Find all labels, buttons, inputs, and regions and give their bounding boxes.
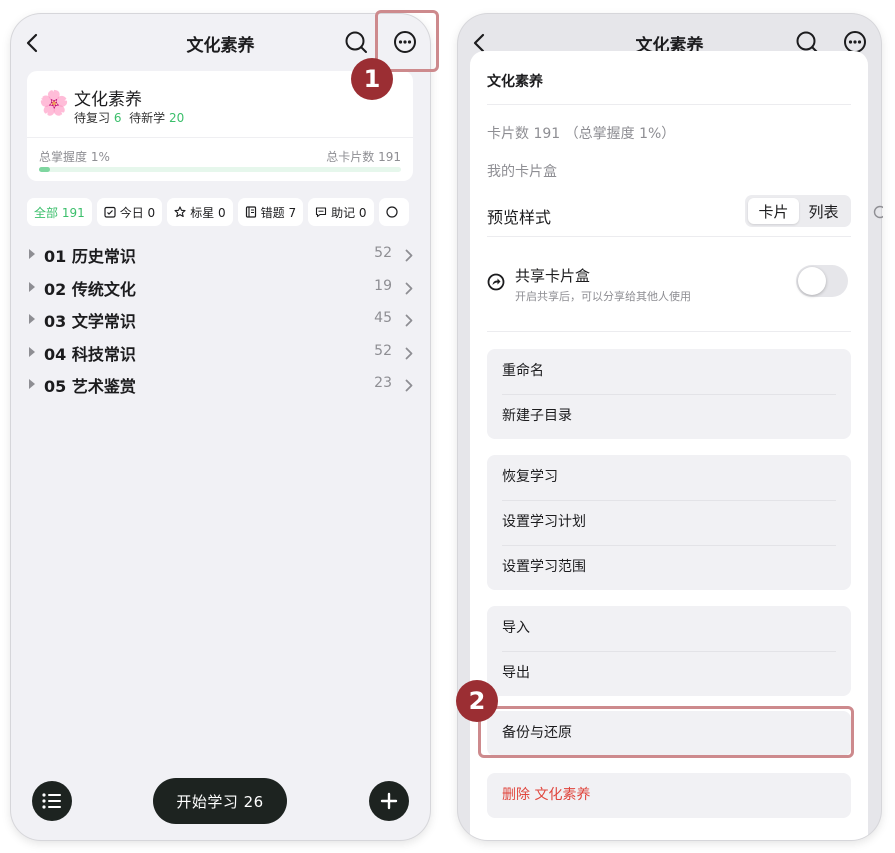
new-count: 20 [168, 111, 185, 125]
resume-study-item[interactable]: 恢复学习 [487, 455, 851, 500]
deck-name: 文化素养 [74, 90, 142, 110]
filter-chip[interactable]: 错题 7 [237, 198, 304, 226]
directory-count: 52 [374, 245, 392, 261]
filter-chip-label: 今日 0 [119, 205, 156, 220]
filter-chip-label: 错题 7 [260, 205, 297, 220]
sheet-title: 文化素养 [487, 74, 543, 90]
comment-icon [315, 206, 331, 218]
preview-style-label: 预览样式 [487, 208, 552, 227]
rename-item[interactable]: 重命名 [487, 349, 851, 394]
search-icon[interactable] [343, 29, 369, 55]
share-subtitle: 开启共享后，可以分享给其他人使用 [515, 290, 691, 303]
deck-screen: 文化素养 🌸 文化素养 待复习 6 待新学 20 总掌握度 1% 总卡片数 19… [11, 14, 430, 840]
deck-stats: 待复习 6 待新学 20 [74, 109, 184, 126]
chevron-right-icon [405, 377, 413, 396]
import-item[interactable]: 导入 [487, 606, 851, 651]
star-icon [174, 206, 190, 218]
directory-name: 01 历史常识 [44, 247, 136, 266]
expand-triangle-icon[interactable] [29, 281, 35, 292]
export-item[interactable]: 导出 [487, 651, 851, 696]
filter-chip[interactable]: 助记 0 [308, 198, 374, 226]
toggle-knob [798, 267, 826, 295]
directory-name: 03 文学常识 [44, 312, 136, 331]
divider [487, 331, 851, 332]
filter-chip-label: 助记 0 [331, 205, 367, 220]
chevron-right-icon [405, 345, 413, 364]
filter-chip[interactable]: 全部 191 [27, 198, 92, 226]
partial-chip-icon [871, 204, 887, 223]
calendar-check-icon [104, 206, 120, 218]
start-study-button[interactable]: 开始学习 26 [153, 778, 287, 824]
divider [487, 104, 851, 105]
rename-group: 重命名 新建子目录 [487, 349, 851, 439]
directory-count: 23 [374, 375, 392, 391]
preview-style-toggle: 卡片 列表 [745, 195, 851, 227]
mastery-progress-bar [39, 167, 401, 172]
step2-badge: 2 [456, 680, 498, 722]
directory-row[interactable]: 02 传统文化 19 [11, 271, 430, 304]
new-subdirectory-item[interactable]: 新建子目录 [487, 394, 851, 439]
preview-option-list[interactable]: 列表 [798, 198, 849, 224]
add-button[interactable] [369, 781, 409, 821]
filter-chip-label: 标星 0 [190, 205, 226, 220]
preview-option-card[interactable]: 卡片 [748, 198, 799, 224]
study-plan-item[interactable]: 设置学习计划 [487, 500, 851, 545]
filter-chip[interactable]: 标星 0 [167, 198, 233, 226]
new-label: 待新学 [129, 111, 166, 125]
directory-name: 02 传统文化 [44, 279, 136, 299]
notebook-icon [245, 206, 261, 218]
flower-icon: 🌸 [39, 89, 69, 117]
share-icon [487, 273, 505, 295]
mastery-progress-fill [39, 167, 50, 172]
directory-list: 01 历史常识 52 02 传统文化 19 03 文学常识 45 04 科技常识 52 05 艺… [11, 238, 430, 401]
plus-icon [380, 792, 398, 810]
share-toggle[interactable] [796, 265, 848, 297]
directory-name: 05 艺术鉴赏 [44, 377, 136, 396]
chevron-right-icon [405, 247, 413, 266]
delete-deck-item[interactable]: 删除 文化素养 [487, 773, 851, 818]
expand-triangle-icon[interactable] [29, 379, 35, 389]
mastery-label: 总掌握度 1% [39, 150, 110, 164]
divider [27, 137, 413, 138]
expand-triangle-icon[interactable] [29, 249, 35, 259]
filter-chips: 全部 191 今日 0 标星 0 错题 7 助记 0 [27, 198, 430, 228]
directory-row[interactable]: 05 艺术鉴赏 23 [11, 368, 430, 401]
review-count: 6 [113, 111, 122, 125]
study-scope-item[interactable]: 设置学习范围 [487, 545, 851, 590]
review-label: 待复习 [74, 111, 111, 125]
expand-triangle-icon[interactable] [29, 314, 35, 324]
directory-row[interactable]: 04 科技常识 52 [11, 336, 430, 369]
card-count-info: 卡片数 191 （总掌握度 1%） [487, 126, 676, 142]
expand-triangle-icon[interactable] [29, 346, 35, 357]
directory-row[interactable]: 01 历史常识 52 [11, 238, 430, 271]
directory-name: 04 科技常识 [44, 344, 136, 364]
directory-row[interactable]: 03 文学常识 45 [11, 303, 430, 336]
delete-group: 删除 文化素养 [487, 773, 851, 818]
directory-count: 19 [374, 277, 392, 294]
directory-count: 45 [374, 310, 392, 326]
study-group: 恢复学习 设置学习计划 设置学习范围 [487, 455, 851, 590]
filter-chip[interactable]: 今日 0 [96, 198, 163, 226]
chevron-right-icon [405, 312, 413, 331]
chevron-right-icon [405, 280, 413, 299]
step1-badge: 1 [351, 58, 393, 100]
divider [487, 236, 851, 237]
card-box-label: 我的卡片盒 [487, 164, 557, 180]
total-cards-label: 总卡片数 191 [326, 150, 401, 164]
directory-count: 52 [374, 342, 392, 359]
share-title: 共享卡片盒 [515, 267, 591, 285]
list-icon [42, 793, 61, 809]
import-export-group: 导入 导出 [487, 606, 851, 696]
step2-highlight [478, 706, 854, 758]
filter-chip-more[interactable] [378, 198, 409, 226]
filter-chip-label: 全部 191 [34, 205, 85, 220]
clock-icon [385, 206, 398, 218]
list-menu-button[interactable] [32, 781, 72, 821]
